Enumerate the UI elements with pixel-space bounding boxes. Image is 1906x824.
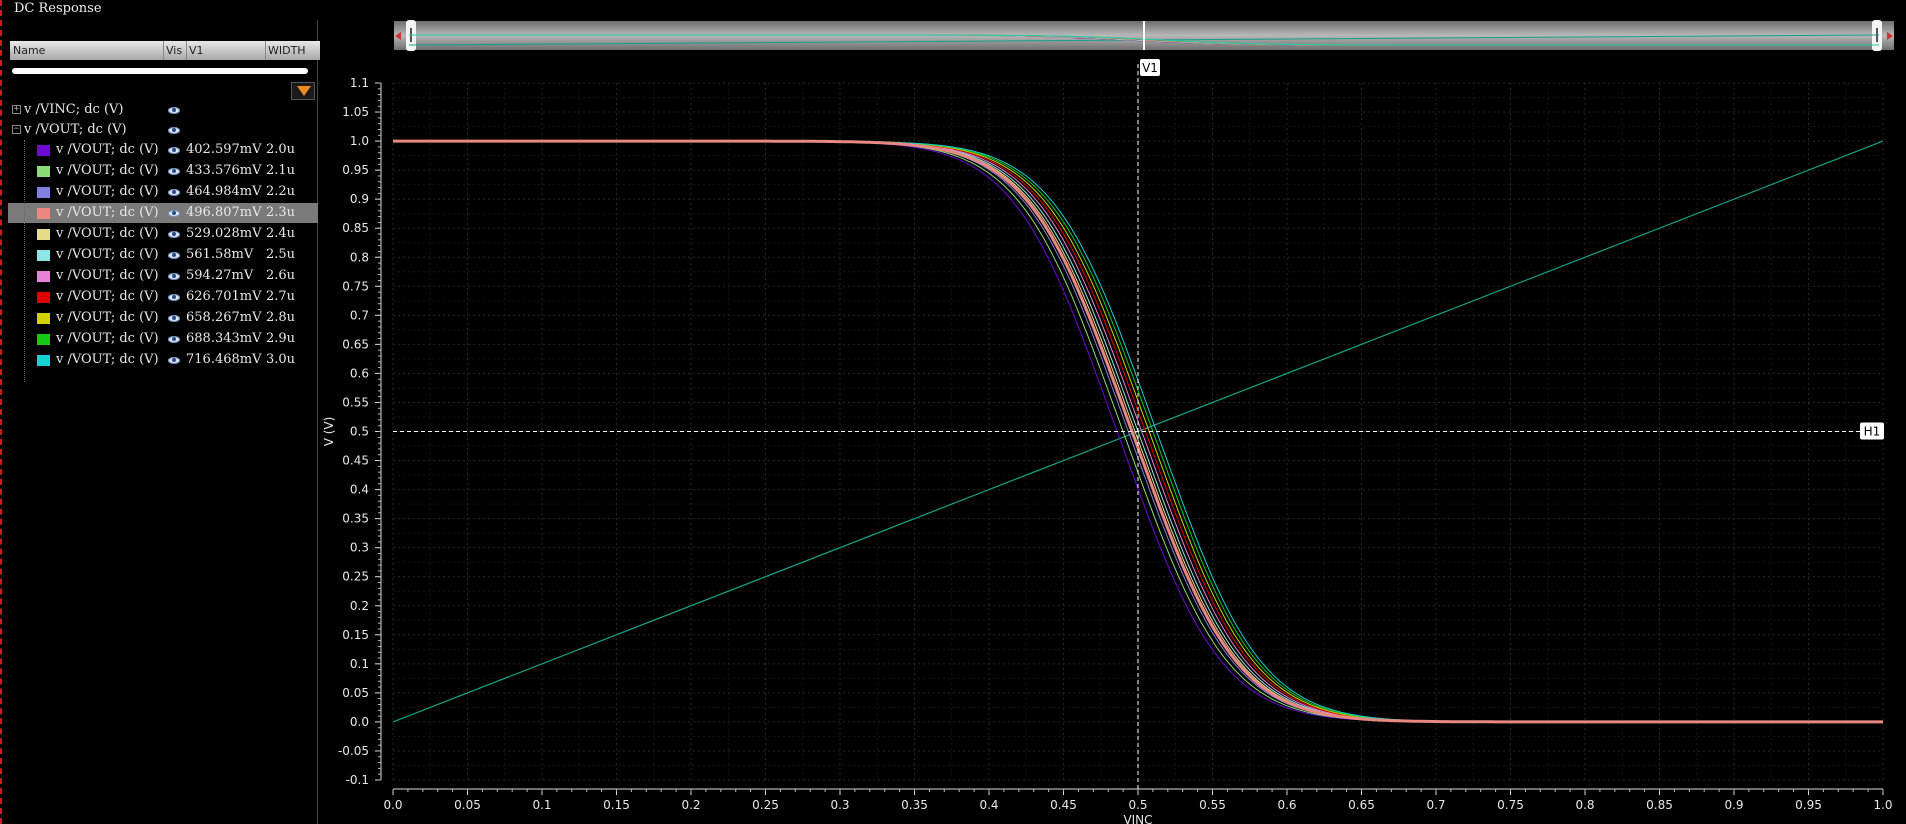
x-tick-label: 0.5: [1128, 798, 1147, 812]
y-tick-label: 0.8: [350, 250, 369, 264]
x-tick-label: 0.65: [1348, 798, 1375, 812]
y-tick-label: 0.95: [342, 163, 369, 177]
y-tick-label: 0.45: [342, 454, 369, 468]
x-axis-label: VINC: [1123, 813, 1152, 824]
x-tick-label: 0.45: [1050, 798, 1077, 812]
x-tick-label: 0.95: [1795, 798, 1822, 812]
x-tick-label: 0.3: [830, 798, 849, 812]
y-tick-label: 0.65: [342, 337, 369, 351]
y-tick-label: 1.1: [350, 76, 369, 90]
y-tick-label: 0.5: [350, 425, 369, 439]
y-tick-label: 0.0: [350, 715, 369, 729]
x-tick-label: 1.0: [1873, 798, 1892, 812]
y-tick-label: -0.05: [338, 744, 369, 758]
y-tick-label: 0.3: [350, 541, 369, 555]
x-tick-label: 0.35: [901, 798, 928, 812]
y-tick-label: 0.2: [350, 599, 369, 613]
x-tick-label: 0.05: [454, 798, 481, 812]
y-tick-label: 0.75: [342, 279, 369, 293]
x-tick-label: 0.0: [383, 798, 402, 812]
y-tick-label: 0.9: [350, 192, 369, 206]
y-tick-label: 0.35: [342, 512, 369, 526]
x-tick-label: 0.9: [1724, 798, 1743, 812]
x-tick-label: 0.6: [1277, 798, 1296, 812]
x-tick-label: 0.75: [1497, 798, 1524, 812]
y-tick-label: 0.85: [342, 221, 369, 235]
x-tick-label: 0.7: [1426, 798, 1445, 812]
y-tick-label: 0.15: [342, 628, 369, 642]
y-axis-label: V (V): [322, 417, 336, 447]
dc-response-plot[interactable]: 1.1 1.05 1.0 0.95 0.9 0.85 0.8 0.75 0.7 0.65 0.6 0.…: [0, 0, 1906, 824]
x-tick-label: 0.15: [603, 798, 630, 812]
v1-marker-label: V1: [1142, 61, 1158, 75]
x-tick-label: 0.85: [1646, 798, 1673, 812]
x-tick-label: 0.8: [1575, 798, 1594, 812]
x-tick-label: 0.55: [1199, 798, 1226, 812]
y-tick-label: 1.0: [350, 134, 369, 148]
y-tick-label: 0.7: [350, 308, 369, 322]
y-tick-label: -0.1: [346, 773, 369, 787]
y-tick-label: 0.6: [350, 366, 369, 380]
x-tick-label: 0.2: [681, 798, 700, 812]
y-tick-label: 0.25: [342, 570, 369, 584]
y-tick-label: 0.4: [350, 483, 369, 497]
y-tick-label: 0.05: [342, 686, 369, 700]
x-tick-label: 0.4: [979, 798, 998, 812]
y-tick-label: 1.05: [342, 105, 369, 119]
x-tick-label: 0.25: [752, 798, 779, 812]
y-tick-label: 0.1: [350, 657, 369, 671]
y-tick-label: 0.55: [342, 395, 369, 409]
x-tick-label: 0.1: [532, 798, 551, 812]
h1-marker-label: H1: [1864, 425, 1881, 439]
